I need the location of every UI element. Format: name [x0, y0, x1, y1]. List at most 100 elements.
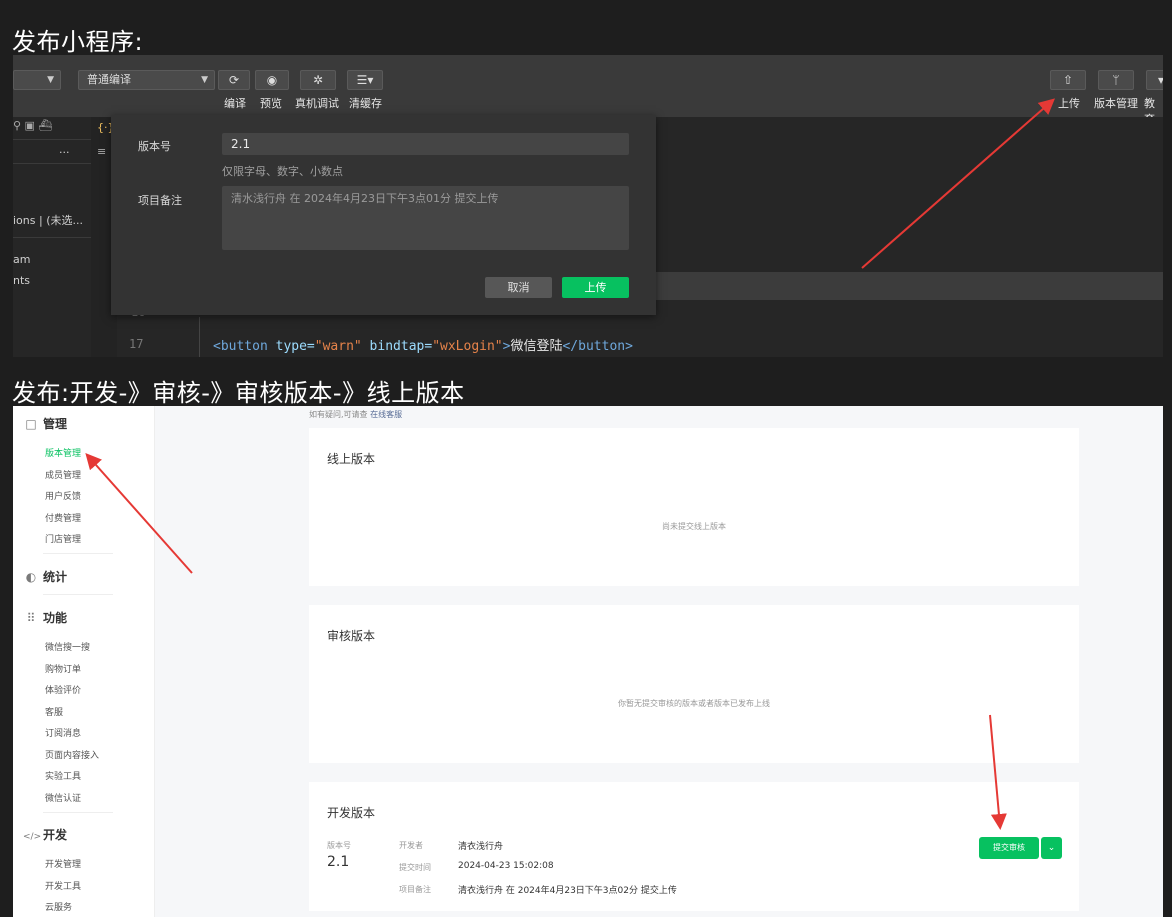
- sidebar-item-wechat-search[interactable]: 微信搜一搜: [45, 640, 90, 653]
- cancel-button[interactable]: 取消: [485, 277, 552, 298]
- divider: [43, 553, 113, 554]
- clear-cache-button[interactable]: ☰▾: [347, 70, 383, 90]
- panel-tool-icons[interactable]: ⚲ ▣ ⛴: [13, 119, 52, 132]
- editor-highlight-band: [653, 272, 1163, 300]
- version-hint: 仅限字母、数字、小数点: [222, 165, 343, 178]
- group-label: 管理: [43, 417, 68, 431]
- top-hint: 如有疑问,可请查 在线客服: [309, 409, 402, 420]
- online-version-empty: 尚未提交线上版本: [662, 522, 726, 531]
- outline-icon: ≡: [97, 145, 107, 158]
- sidebar-group-manage[interactable]: □ 管理: [23, 415, 67, 432]
- code-icon: </>: [23, 832, 42, 842]
- sidebar-group-stats[interactable]: ◐ 统计: [23, 568, 67, 585]
- dev-version-number: 2.1: [327, 854, 350, 870]
- sidebar-item-customer-service[interactable]: 客服: [45, 705, 63, 718]
- pie-chart-icon: ◐: [25, 570, 37, 584]
- upload-label: 上传: [1058, 97, 1080, 110]
- admin-console: □ 管理 版本管理 成员管理 用户反馈 付费管理 门店管理 ◐ 统计 ⠿ 功能 微信搜…: [13, 406, 1163, 917]
- submit-dropdown-button[interactable]: ⌄: [1041, 837, 1062, 859]
- panel-more-button[interactable]: ...: [59, 143, 70, 156]
- sidebar-item-stores[interactable]: 门店管理: [45, 532, 81, 545]
- online-version-card: 线上版本 尚未提交线上版本: [309, 428, 1079, 586]
- hint-text: 如有疑问,可请查: [309, 410, 368, 419]
- dev-version-title: 开发版本: [327, 806, 376, 820]
- preview-label: 预览: [260, 97, 282, 110]
- sidebar-item-members[interactable]: 成员管理: [45, 468, 81, 481]
- caret-down-icon: ▼: [201, 75, 208, 85]
- version-input[interactable]: 2.1: [222, 133, 629, 155]
- sidebar-item-verification[interactable]: 微信认证: [45, 791, 81, 804]
- code-line-17: <button type="warn" bindtap="wxLogin">微信…: [213, 339, 633, 354]
- compile-button[interactable]: ⟳: [218, 70, 250, 90]
- chevron-down-icon: ⌄: [1047, 843, 1056, 853]
- compile-mode-value: 普通编译: [87, 73, 131, 86]
- sidebar-group-features[interactable]: ⠿ 功能: [23, 609, 67, 626]
- upload-button[interactable]: ⇧: [1050, 70, 1086, 90]
- branch-icon: ᛘ: [1112, 73, 1120, 87]
- submit-review-button[interactable]: 提交审核: [979, 837, 1039, 859]
- caret-down-icon: ▼: [47, 75, 54, 85]
- sidebar-item-orders[interactable]: 购物订单: [45, 662, 81, 675]
- note-label: 项目备注: [399, 885, 431, 894]
- heading-publish-flow: 发布:开发-》审核-》审核版本-》线上版本: [12, 379, 465, 407]
- dev-version-label: 版本号: [327, 841, 351, 850]
- real-device-debug-button[interactable]: ✲: [300, 70, 336, 90]
- sidebar-item-dev-tools[interactable]: 开发工具: [45, 879, 81, 892]
- divider: [13, 139, 91, 140]
- submit-time-label: 提交时间: [399, 863, 431, 872]
- layers-icon: ☰▾: [356, 73, 374, 87]
- group-label: 开发: [43, 828, 68, 842]
- refresh-icon: ⟳: [228, 73, 240, 87]
- version-label: 版本号: [138, 140, 171, 153]
- real-device-debug-label: 真机调试: [295, 97, 339, 110]
- sidebar-item-page-content[interactable]: 页面内容接入: [45, 748, 99, 761]
- manage-icon: □: [25, 417, 37, 431]
- heading-publish-mini-program: 发布小程序:: [12, 28, 144, 56]
- ide-file-panel: ⚲ ▣ ⛴ ... ions | (未选... am nts: [13, 117, 91, 357]
- sidebar-item-payment[interactable]: 付费管理: [45, 511, 81, 524]
- note-label: 项目备注: [138, 194, 182, 207]
- sidebar-item-dev-management[interactable]: 开发管理: [45, 857, 81, 870]
- review-version-card: 审核版本 你暂无提交审核的版本或者版本已发布上线: [309, 605, 1079, 763]
- preview-button[interactable]: ◉: [255, 70, 289, 90]
- sidebar-item-feedback[interactable]: 用户反馈: [45, 489, 81, 502]
- eye-icon: ◉: [266, 73, 278, 87]
- developer-label: 开发者: [399, 841, 423, 850]
- review-version-title: 审核版本: [327, 629, 376, 643]
- sidebar-item-reviews[interactable]: 体验评价: [45, 683, 81, 696]
- online-service-link[interactable]: 在线客服: [370, 410, 402, 419]
- ide-window: ▼ 普通编译 ▼ ⟳ ◉ ✲ ☰▾ 编译 预览 真机调试 清缓存 ⇧ ᛘ ▾ 上传…: [13, 55, 1163, 357]
- divider: [43, 594, 113, 595]
- options-row[interactable]: ions | (未选...: [13, 212, 83, 228]
- sidebar-group-development[interactable]: </> 开发: [23, 826, 67, 843]
- indent-guide: [199, 317, 200, 357]
- sidebar-item-version-management[interactable]: 版本管理: [45, 446, 81, 459]
- compile-label: 编译: [224, 97, 246, 110]
- version-management-label: 版本管理: [1094, 97, 1138, 110]
- education-button[interactable]: ▾: [1146, 70, 1163, 90]
- ide-toolbar: ▼ 普通编译 ▼ ⟳ ◉ ✲ ☰▾ 编译 预览 真机调试 清缓存 ⇧ ᛘ ▾ 上传…: [13, 55, 1163, 126]
- note-value: 清衣浅行舟 在 2024年4月23日下午3点02分 提交上传: [458, 886, 677, 896]
- console-sidebar: □ 管理 版本管理 成员管理 用户反馈 付费管理 门店管理 ◐ 统计 ⠿ 功能 微信搜…: [13, 406, 155, 917]
- upload-icon: ⇧: [1062, 73, 1074, 87]
- sidebar-item-cloud[interactable]: 云服务: [45, 900, 72, 913]
- dev-version-card: 开发版本 版本号 2.1 开发者 清衣浅行舟 提交时间 2024-04-23 1…: [309, 782, 1079, 911]
- note-textarea[interactable]: 清水浅行舟 在 2024年4月23日下午3点01分 提交上传: [222, 186, 629, 250]
- upload-dialog: 版本号 2.1 仅限字母、数字、小数点 项目备注 清水浅行舟 在 2024年4月…: [111, 115, 656, 315]
- review-version-empty: 你暂无提交审核的版本或者版本已发布上线: [618, 699, 770, 708]
- upload-confirm-button[interactable]: 上传: [562, 277, 629, 298]
- tree-row-am[interactable]: am: [13, 253, 30, 266]
- more-icon: ▾: [1157, 73, 1163, 87]
- bug-icon: ✲: [312, 73, 324, 87]
- submit-time-value: 2024-04-23 15:02:08: [458, 861, 554, 871]
- grid-icon: ⠿: [26, 611, 36, 625]
- divider: [13, 163, 91, 164]
- line-number: 17: [129, 337, 144, 351]
- project-select[interactable]: ▼: [13, 70, 61, 90]
- online-version-title: 线上版本: [327, 452, 376, 466]
- tree-row-nts[interactable]: nts: [13, 274, 30, 287]
- compile-mode-select[interactable]: 普通编译 ▼: [78, 70, 215, 90]
- sidebar-item-subscriptions[interactable]: 订阅消息: [45, 726, 81, 739]
- sidebar-item-experiments[interactable]: 实验工具: [45, 769, 81, 782]
- version-management-button[interactable]: ᛘ: [1098, 70, 1134, 90]
